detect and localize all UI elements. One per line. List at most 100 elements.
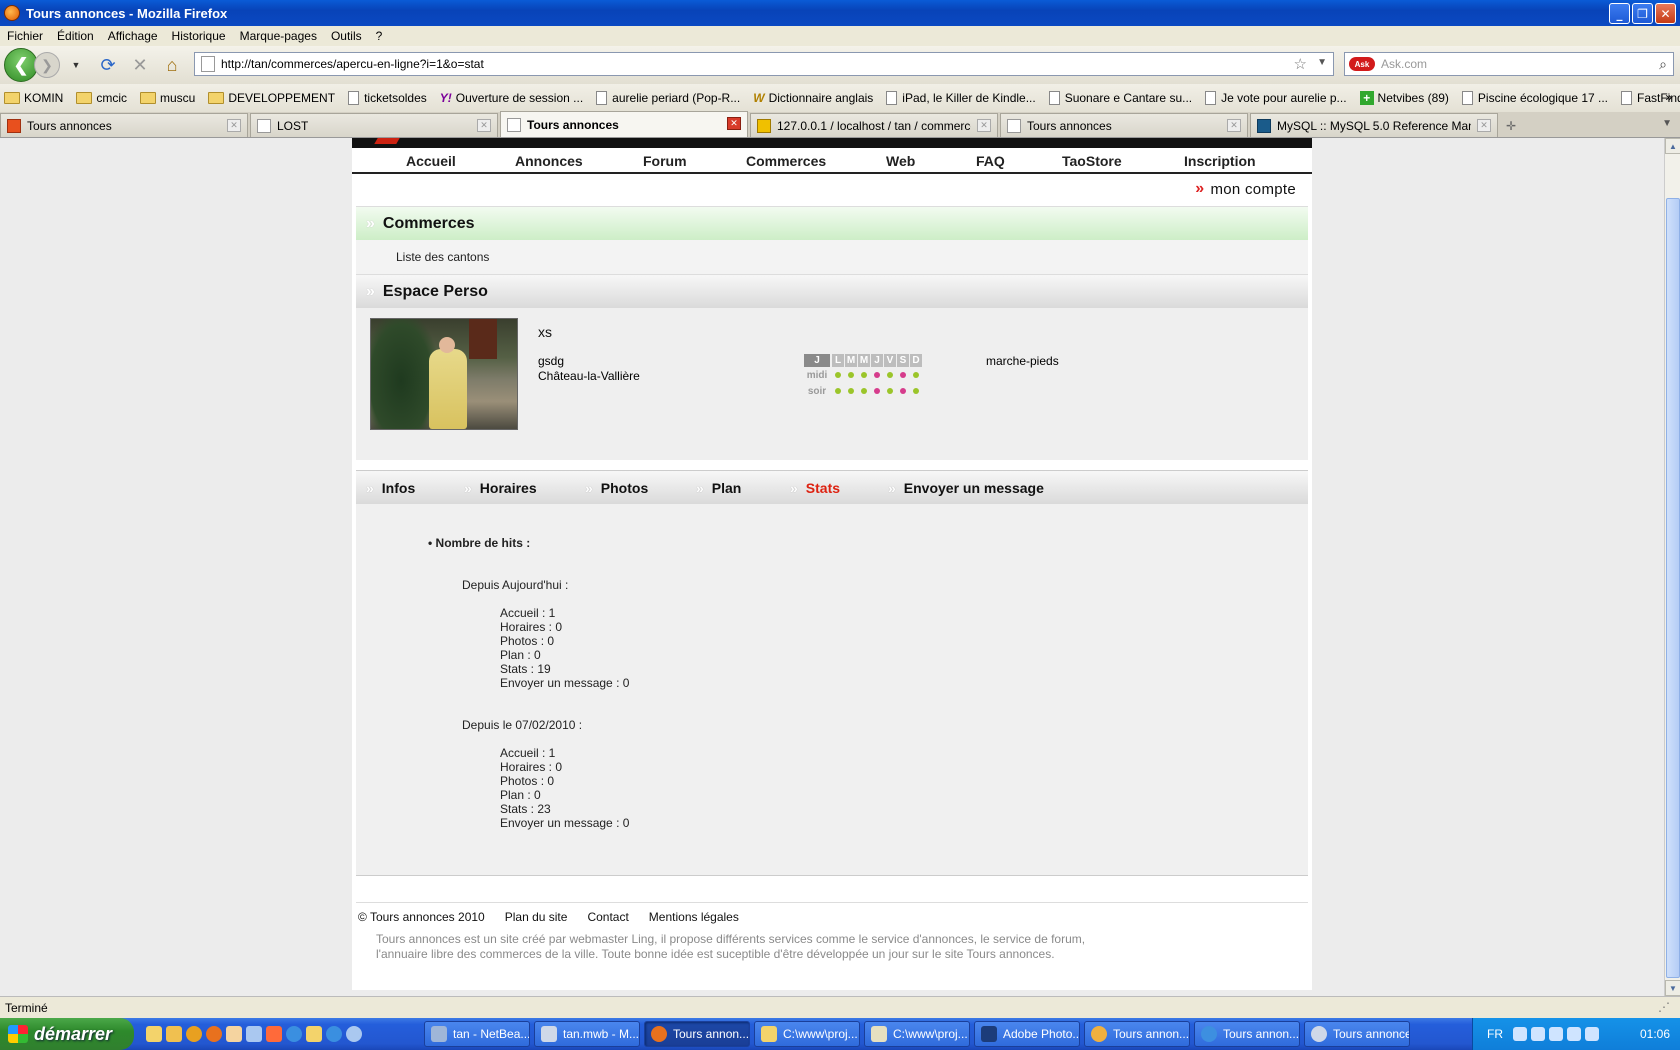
close-window-button[interactable]: ✕ <box>1655 3 1676 24</box>
footer-plan-du-site[interactable]: Plan du site <box>505 910 568 924</box>
tab-tours-annonces-1[interactable]: Tours annonces ✕ <box>0 113 248 137</box>
app-icon[interactable] <box>266 1026 282 1042</box>
bookmark-item[interactable]: Y! Ouverture de session ... <box>436 91 583 105</box>
url-bar[interactable]: http://tan/commerces/apercu-en-ligne?i=1… <box>194 52 1334 76</box>
taskbar-browser[interactable]: Tours annonces <box>1304 1021 1410 1047</box>
menu-outils[interactable]: Outils <box>324 29 369 43</box>
tab-tours-annonces-2[interactable]: Tours annonces ✕ <box>1000 113 1248 137</box>
bookmark-item[interactable]: aurelie periard (Pop-R... <box>592 91 740 105</box>
globe-icon[interactable] <box>346 1026 362 1042</box>
chrome-icon[interactable] <box>186 1026 202 1042</box>
menu-historique[interactable]: Historique <box>165 29 233 43</box>
taskbar-explorer[interactable]: C:\www\proj... <box>754 1021 860 1047</box>
volume-icon[interactable] <box>1549 1027 1563 1041</box>
url-dropdown-icon[interactable]: ▼ <box>1317 57 1327 68</box>
start-button[interactable]: démarrer <box>0 1018 134 1050</box>
menu-help[interactable]: ? <box>369 29 390 43</box>
nav-faq[interactable]: FAQ <box>976 153 1005 169</box>
history-dropdown-icon[interactable]: ▼ <box>64 53 88 77</box>
security-icon[interactable] <box>1585 1027 1599 1041</box>
close-tab-icon[interactable]: ✕ <box>227 119 241 132</box>
reload-icon[interactable]: ⟳ <box>96 53 120 77</box>
taskbar-photoshop[interactable]: Adobe Photo... <box>974 1021 1080 1047</box>
subtab-envoyer-message[interactable]: » Envoyer un message <box>888 480 1044 496</box>
bookmark-item[interactable]: DEVELOPPEMENT <box>204 91 335 105</box>
bluetooth-icon[interactable] <box>1567 1027 1581 1041</box>
user-icon[interactable] <box>226 1026 242 1042</box>
menu-marque-pages[interactable]: Marque-pages <box>233 29 324 43</box>
bookmark-star-icon[interactable]: ☆ <box>1294 55 1307 73</box>
tab-phpmyadmin[interactable]: 127.0.0.1 / localhost / tan / commerce..… <box>750 113 998 137</box>
nav-taostore[interactable]: TaoStore <box>1062 153 1122 169</box>
home-icon[interactable]: ⌂ <box>160 53 184 77</box>
menu-edition[interactable]: Édition <box>50 29 101 43</box>
profile-photo[interactable] <box>370 318 518 430</box>
bookmark-item[interactable]: cmcic <box>72 91 127 105</box>
close-tab-icon[interactable]: ✕ <box>1227 119 1241 132</box>
bookmark-item[interactable]: ticketsoldes <box>344 91 427 105</box>
bookmark-item[interactable]: muscu <box>136 91 195 105</box>
close-tab-icon[interactable]: ✕ <box>977 119 991 132</box>
nav-inscription[interactable]: Inscription <box>1184 153 1256 169</box>
bookmark-item[interactable]: Piscine écologique 17 ... <box>1458 91 1608 105</box>
taskbar-ie[interactable]: Tours annon... <box>1194 1021 1300 1047</box>
bookmark-item[interactable]: + Netvibes (89) <box>1356 91 1449 105</box>
firefox-icon[interactable] <box>206 1026 222 1042</box>
resize-grip-icon[interactable]: ⋰ <box>1658 1000 1672 1014</box>
bookmark-item[interactable]: W Dictionnaire anglais <box>749 91 873 105</box>
bookmark-item[interactable]: iPad, le Killer de Kindle... <box>882 91 1036 105</box>
taskbar-editor[interactable]: C:\www\proj... <box>864 1021 970 1047</box>
search-icon[interactable]: ⌕ <box>1659 56 1667 73</box>
search-box[interactable]: Ask Ask.com ⌕ <box>1344 52 1674 76</box>
scroll-down-icon[interactable]: ▼ <box>1665 980 1680 996</box>
tools-icon[interactable] <box>246 1026 262 1042</box>
vertical-scrollbar[interactable]: ▲ ▼ <box>1664 138 1680 996</box>
footer-mentions-legales[interactable]: Mentions légales <box>649 910 739 924</box>
subtab-horaires[interactable]: » Horaires <box>464 480 537 496</box>
tab-tours-annonces-active[interactable]: Tours annonces ✕ <box>500 111 748 137</box>
bookmark-item[interactable]: KOMIN <box>0 91 63 105</box>
subtab-plan[interactable]: » Plan <box>696 480 741 496</box>
subtab-infos[interactable]: » Infos <box>366 480 415 496</box>
folder-icon[interactable] <box>306 1026 322 1042</box>
close-tab-icon[interactable]: ✕ <box>477 119 491 132</box>
bookmark-item[interactable]: Je vote pour aurelie p... <box>1201 91 1347 105</box>
stop-icon[interactable]: ✕ <box>128 53 152 77</box>
tab-mysql-manual[interactable]: MySQL :: MySQL 5.0 Reference Manual...✕ <box>1250 113 1498 137</box>
url-text[interactable]: http://tan/commerces/apercu-en-ligne?i=1… <box>221 57 484 71</box>
taskbar-firefox-active[interactable]: Tours annon... <box>644 1021 750 1047</box>
tray-icon[interactable] <box>1513 1027 1527 1041</box>
nav-commerces[interactable]: Commerces <box>746 153 826 169</box>
menu-fichier[interactable]: Fichier <box>0 29 50 43</box>
nav-web[interactable]: Web <box>886 153 915 169</box>
subtab-photos[interactable]: » Photos <box>585 480 648 496</box>
tab-list-dropdown-icon[interactable]: ▼ <box>1662 118 1672 129</box>
bookmark-item[interactable]: Suonare e Cantare su... <box>1045 91 1192 105</box>
close-tab-icon[interactable]: ✕ <box>1477 119 1491 132</box>
network-icon[interactable] <box>1531 1027 1545 1041</box>
ie-icon[interactable] <box>326 1026 342 1042</box>
ask-engine-icon[interactable]: Ask <box>1349 57 1375 71</box>
scroll-thumb[interactable] <box>1666 198 1680 978</box>
minimize-button[interactable]: _ <box>1609 3 1630 24</box>
close-tab-icon[interactable]: ✕ <box>727 117 741 130</box>
footer-contact[interactable]: Contact <box>587 910 628 924</box>
back-button[interactable]: ❮ <box>4 48 38 82</box>
nav-forum[interactable]: Forum <box>643 153 687 169</box>
forward-button[interactable]: ❯ <box>34 52 60 78</box>
folder-icon[interactable] <box>146 1026 162 1042</box>
tab-lost[interactable]: LOST ✕ <box>250 113 498 137</box>
new-tab-button[interactable]: ✛ <box>1500 115 1522 137</box>
folder-icon[interactable] <box>166 1026 182 1042</box>
taskbar-chrome[interactable]: Tours annon... <box>1084 1021 1190 1047</box>
language-indicator[interactable]: FR <box>1487 1027 1503 1041</box>
subtab-stats[interactable]: » Stats <box>790 480 840 496</box>
nav-annonces[interactable]: Annonces <box>515 153 583 169</box>
scroll-up-icon[interactable]: ▲ <box>1665 138 1680 154</box>
chevron-right-icon[interactable]: » <box>1665 90 1672 104</box>
ie-icon[interactable] <box>286 1026 302 1042</box>
menu-affichage[interactable]: Affichage <box>101 29 165 43</box>
nav-accueil[interactable]: Accueil <box>406 153 456 169</box>
taskbar-netbeans[interactable]: tan - NetBea... <box>424 1021 530 1047</box>
maximize-button[interactable]: ❐ <box>1632 3 1653 24</box>
